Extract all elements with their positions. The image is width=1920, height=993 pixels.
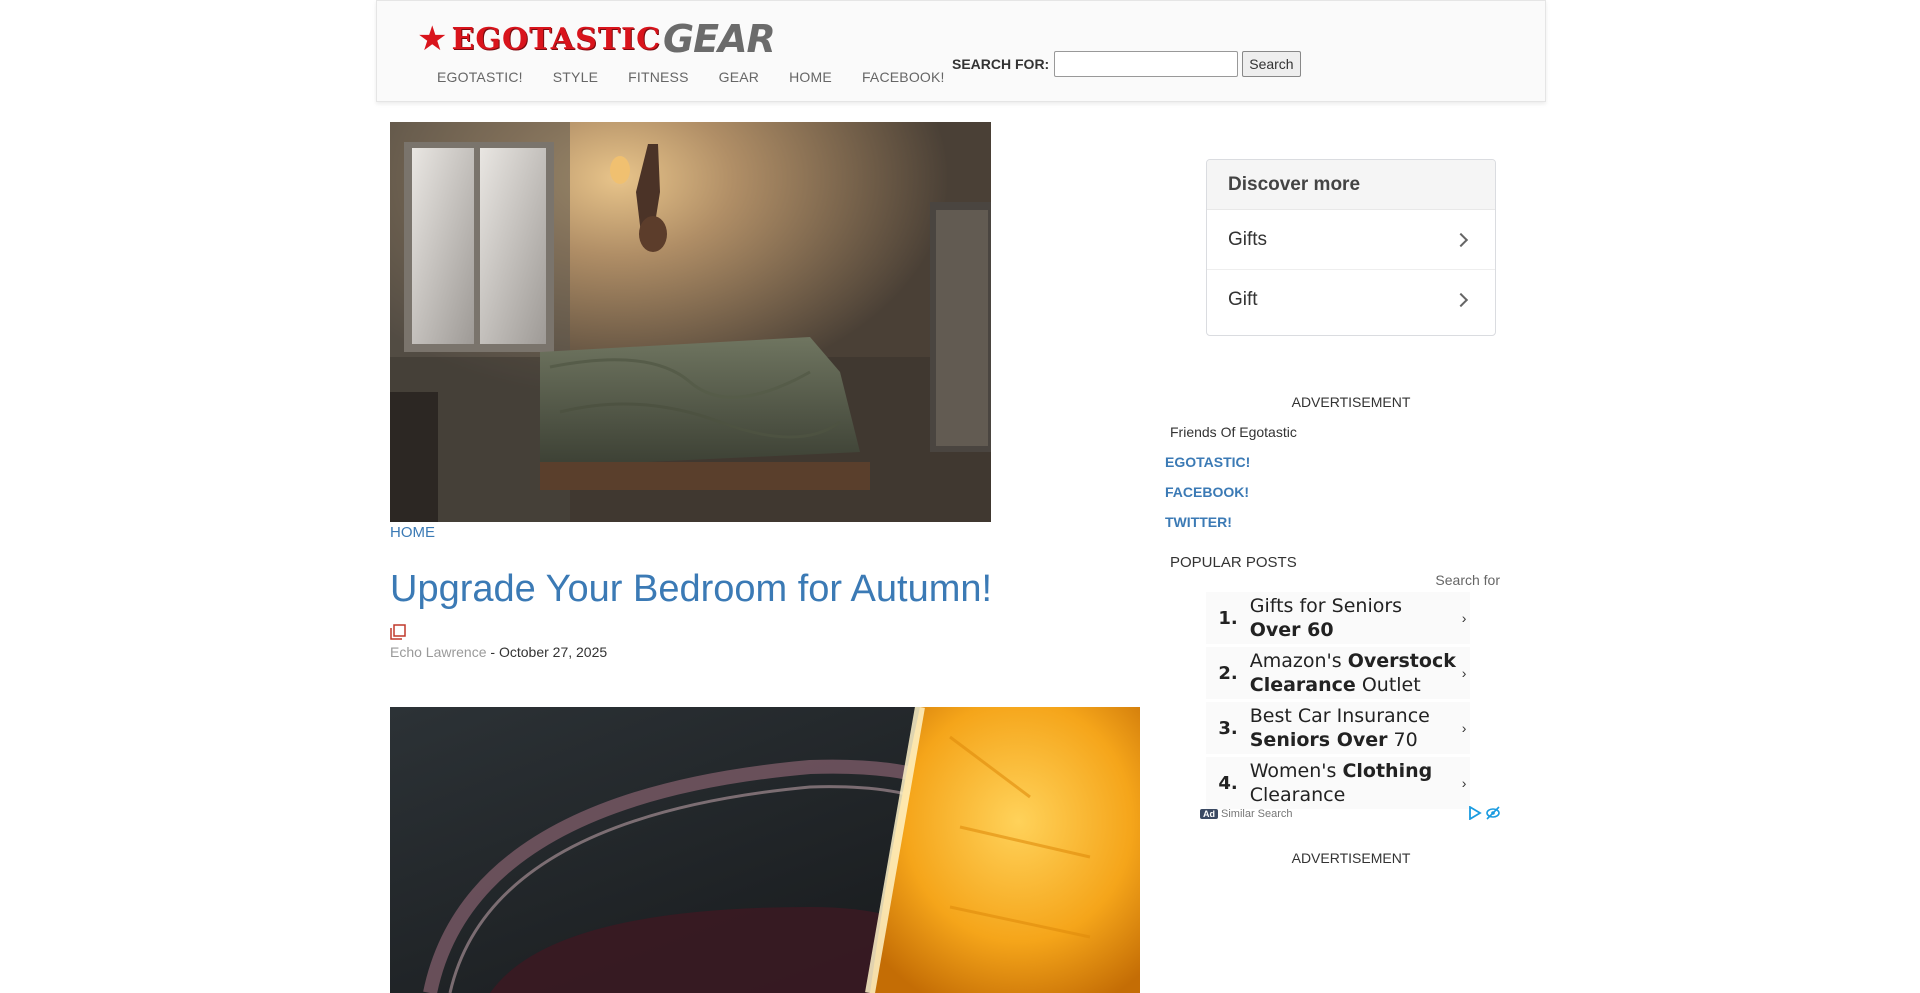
- ad-row[interactable]: 4. Women's Clothing Clearance ›: [1206, 757, 1470, 809]
- ad-choices: [1468, 806, 1500, 820]
- search-ads-widget: Search for 1. Gifts for Seniors Over 60 …: [1200, 572, 1500, 826]
- ads-footer: Ad Similar Search: [1200, 806, 1500, 822]
- ad-text: Women's Clothing Clearance: [1249, 760, 1433, 806]
- article-date: October 27, 2025: [498, 644, 608, 660]
- ad-number: 3.: [1218, 717, 1238, 739]
- article-body-image: [390, 707, 1140, 993]
- article-category-link[interactable]: HOME: [390, 524, 435, 541]
- discover-item-gifts[interactable]: Gifts: [1207, 210, 1495, 270]
- search-for-label: Search for: [1435, 572, 1500, 588]
- search-button[interactable]: Search: [1242, 51, 1301, 77]
- nav-item-home[interactable]: HOME: [789, 69, 832, 85]
- ad-text: Best Car Insurance Seniors Over 70: [1249, 705, 1430, 751]
- arrow-right-icon: ›: [1461, 775, 1467, 791]
- nav-item-facebook[interactable]: FACEBOOK!: [862, 69, 945, 85]
- sidebar-link-egotastic[interactable]: EGOTASTIC!: [1165, 454, 1250, 470]
- article-title[interactable]: Upgrade Your Bedroom for Autumn!: [390, 568, 992, 611]
- discover-more-title: Discover more: [1207, 160, 1495, 210]
- article-byline: Echo Lawrence - October 27, 2025: [390, 644, 607, 660]
- popular-posts-title: POPULAR POSTS: [1170, 554, 1297, 571]
- star-icon: ★: [417, 20, 448, 58]
- header-search: SEARCH FOR: Search: [952, 51, 1301, 77]
- discover-item-label: Gift: [1228, 289, 1258, 310]
- sidebar-link-twitter[interactable]: TWITTER!: [1165, 514, 1232, 530]
- ad-badge: Ad: [1200, 809, 1218, 819]
- ad-number: 1.: [1218, 607, 1238, 629]
- nav-item-fitness[interactable]: FITNESS: [628, 69, 689, 85]
- friends-title: Friends Of Egotastic: [1170, 424, 1297, 440]
- main-nav: EGOTASTIC! STYLE FITNESS GEAR HOME FACEB…: [437, 69, 975, 85]
- discover-more-widget: Discover more Gifts Gift: [1206, 159, 1496, 336]
- chevron-right-icon: [1453, 232, 1469, 247]
- bedroom-photo: [390, 122, 991, 522]
- date-separator: -: [486, 644, 499, 660]
- site-header: ★ EGOTASTIC GEAR EGOTASTIC! STYLE FITNES…: [376, 0, 1546, 102]
- nav-item-style[interactable]: STYLE: [553, 69, 598, 85]
- sidebar-link-facebook[interactable]: FACEBOOK!: [1165, 484, 1249, 500]
- logo-text-gear: GEAR: [662, 17, 776, 61]
- ad-row[interactable]: 3. Best Car Insurance Seniors Over 70 ›: [1206, 702, 1470, 754]
- ad-text: Gifts for Seniors Over 60: [1249, 595, 1403, 641]
- article-hero-image[interactable]: [390, 122, 991, 522]
- logo-text-ego: EGOTASTIC: [451, 21, 661, 57]
- ad-row[interactable]: 1. Gifts for Seniors Over 60 ›: [1206, 592, 1470, 644]
- search-input[interactable]: [1054, 51, 1239, 77]
- ad-text: Amazon's Overstock Clearance Outlet: [1249, 650, 1456, 696]
- site-logo[interactable]: ★ EGOTASTIC GEAR: [417, 17, 776, 61]
- arrow-right-icon: ›: [1461, 720, 1467, 736]
- arrow-right-icon: ›: [1461, 610, 1467, 626]
- ad-number: 4.: [1218, 772, 1238, 794]
- nav-item-gear[interactable]: GEAR: [719, 69, 759, 85]
- share-icon[interactable]: [390, 624, 406, 640]
- page: ★ EGOTASTIC GEAR EGOTASTIC! STYLE FITNES…: [0, 0, 1920, 993]
- nav-item-egotastic[interactable]: EGOTASTIC!: [437, 69, 523, 85]
- arrow-right-icon: ›: [1461, 665, 1467, 681]
- adchoices-icon[interactable]: [1468, 806, 1482, 820]
- discover-item-label: Gifts: [1228, 228, 1268, 250]
- chevron-right-icon: [1453, 292, 1469, 308]
- similar-search-label: Similar Search: [1221, 808, 1293, 820]
- author-link[interactable]: Echo Lawrence: [390, 644, 487, 660]
- discover-item-gift[interactable]: Gift: [1207, 270, 1495, 330]
- search-label: SEARCH FOR:: [952, 56, 1050, 72]
- ad-number: 2.: [1218, 662, 1238, 684]
- ad-row[interactable]: 2. Amazon's Overstock Clearance Outlet ›: [1206, 647, 1470, 699]
- hide-ad-icon[interactable]: [1486, 806, 1500, 820]
- drink-photo: [390, 707, 1140, 993]
- advertisement-label-2: ADVERTISEMENT: [1291, 850, 1411, 866]
- advertisement-label: ADVERTISEMENT: [1291, 394, 1411, 410]
